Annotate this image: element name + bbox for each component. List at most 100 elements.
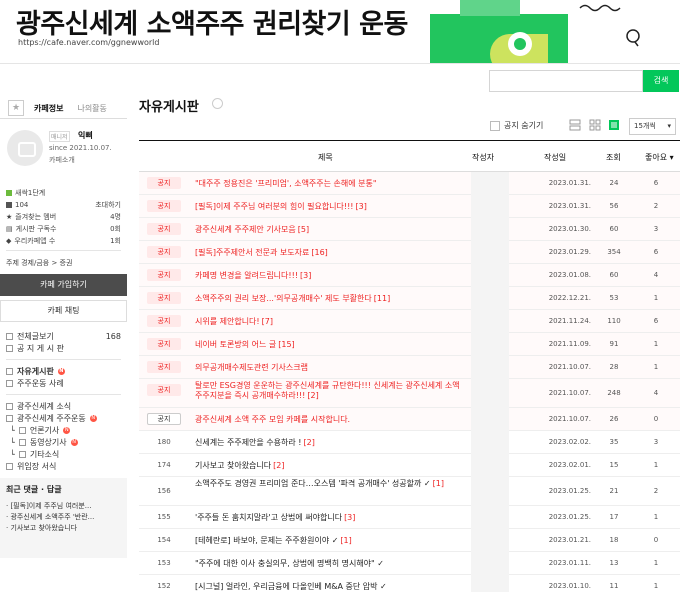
recent-comment-item[interactable]: · 기사보고 찾아왔습니다 — [6, 523, 121, 534]
notice-badge: 공지 — [147, 292, 181, 304]
star-icon[interactable]: ★ — [8, 100, 24, 116]
menu-free-board[interactable]: 자유게시판 N — [0, 365, 127, 377]
table-row[interactable]: 153 "주주에 대한 이사 충실의무, 상법에 명백히 명시해야" ✓ 2023.… — [139, 552, 680, 575]
comment-count[interactable]: [2] — [304, 438, 315, 447]
post-title-link[interactable]: 시위를 제안합니다! [7] — [195, 316, 460, 327]
table-row[interactable]: 공지 [필독]주주제안서 전문과 보도자료 [16] 2023.01.29. 354 6 — [139, 241, 680, 264]
table-row[interactable]: 공지 시위를 제안합니다! [7] 2021.11.24. 110 6 — [139, 310, 680, 333]
comment-count[interactable]: [2] — [273, 461, 284, 470]
board-icon — [6, 402, 13, 410]
comment-count[interactable]: [7] — [262, 317, 273, 326]
post-title-link[interactable]: 기사보고 찾아왔습니다 [2] — [195, 460, 460, 471]
table-row[interactable]: 공지 "대주주 정용진은 '프리미엄', 소액주주는 손해에 분통" 2023.01… — [139, 172, 680, 195]
table-row[interactable]: 공지 광주신세계 소액 주주 모임 카페를 시작합니다. 2021.10.07. 26… — [139, 408, 680, 431]
post-number: 156 — [157, 487, 171, 495]
table-row[interactable]: 공지 카페명 변경을 알려드립니다!!! [3] 2023.01.08. 60 4 — [139, 264, 680, 287]
menu-top: 전체글보기 168 공 지 게 시 판 — [0, 330, 127, 354]
card-view-icon[interactable] — [589, 119, 601, 131]
post-title-link[interactable]: 네이버 토론방의 어느 글 [15] — [195, 339, 460, 350]
post-title-link[interactable]: [시그널] 얼라인, 우리금융에 다올인베 M&A 중단 압박 ✓ — [195, 581, 460, 592]
table-row[interactable]: 공지 광주신세계 주주제안 기사모음 [5] 2023.01.30. 60 3 — [139, 218, 680, 241]
menu-video[interactable]: └ 동영상기사 N — [0, 436, 127, 448]
post-title-text: 탈로만 ESG경영 운운하는 광주신세계를 규탄한다!!! 신세계는 광주신세계… — [195, 381, 460, 400]
cafe-intro-link[interactable]: 카페소개 — [49, 155, 75, 165]
avatar[interactable] — [7, 130, 43, 166]
menu-notice-board[interactable]: 공 지 게 시 판 — [0, 342, 127, 354]
comment-count[interactable]: [1] — [433, 479, 444, 488]
post-title-link[interactable]: 탈로만 ESG경영 운운하는 광주신세계를 규탄한다!!! 신세계는 광주신세계… — [195, 381, 460, 401]
invite-link[interactable]: 초대하기 — [95, 200, 121, 210]
notice-badge: 공지 — [147, 413, 181, 425]
post-title-link[interactable]: "대주주 정용진은 '프리미엄', 소액주주는 손해에 분통" — [195, 178, 460, 189]
board-info-icon[interactable] — [212, 98, 223, 109]
col-likes[interactable]: 좋아요 ▾ — [645, 152, 674, 163]
menu-cases[interactable]: 주주운동 사례 — [0, 377, 127, 389]
divider — [6, 359, 121, 360]
hide-notice-toggle[interactable]: 공지 숨기기 — [490, 120, 543, 131]
table-row[interactable]: 154 [테헤란로] 바보야, 문제는 주주환원이야 ✓ [1] 2023.01.21… — [139, 529, 680, 552]
cafe-banner[interactable]: 광주신세계 소액주주 권리찾기 운동 https://cafe.naver.co… — [0, 0, 680, 64]
post-title-link[interactable]: 신세계는 주주제안을 수용하라 ! [2] — [195, 437, 460, 448]
view-count: 24 — [609, 179, 619, 187]
recent-comment-item[interactable]: · [필독]이제 주주님 여러분... — [6, 501, 121, 512]
author-redacted — [471, 408, 509, 431]
table-row[interactable]: 180 신세계는 주주제안을 수용하라 ! [2] 2023.02.02. 35 3 — [139, 431, 680, 454]
post-title-link[interactable]: 의무공개매수제도관련 기사스크랩 — [195, 362, 460, 373]
comment-count[interactable]: [5] — [298, 225, 309, 234]
comment-count[interactable]: [2] — [307, 391, 318, 400]
comment-count[interactable]: [1] — [340, 536, 351, 545]
notice-badge: 공지 — [147, 338, 181, 350]
post-title-link[interactable]: 광주신세계 소액 주주 모임 카페를 시작합니다. — [195, 414, 460, 425]
post-title-link[interactable]: [필독]이제 주주님 여러분의 힘이 필요합니다!!! [3] — [195, 201, 460, 212]
comment-count[interactable]: [3] — [344, 513, 355, 522]
recent-comment-item[interactable]: · 광주신세계 소액주주 '반란... — [6, 512, 121, 523]
menu-news[interactable]: 광주신세계 소식 — [0, 400, 127, 412]
board-icon: ▤ — [6, 225, 13, 233]
table-row[interactable]: 공지 탈로만 ESG경영 운운하는 광주신세계를 규탄한다!!! 신세계는 광주신… — [139, 379, 680, 408]
menu-shareholder-movement[interactable]: 광주신세계 주주운동 N — [0, 412, 127, 424]
table-row[interactable]: 공지 의무공개매수제도관련 기사스크랩 2021.10.07. 28 1 — [139, 356, 680, 379]
join-cafe-button[interactable]: 카페 가입하기 — [0, 274, 127, 296]
comment-count[interactable]: [15] — [278, 340, 294, 349]
post-title-link[interactable]: "주주에 대한 이사 충실의무, 상법에 명백히 명시해야" ✓ — [195, 558, 460, 569]
menu-proxy-form[interactable]: 위임장 서식 — [0, 460, 127, 472]
post-title-link[interactable]: '주주들 돈 훔치지말라'고 상법에 써야합니다 [3] — [195, 512, 460, 523]
search-button[interactable]: 검색 — [643, 70, 679, 92]
post-title-link[interactable]: [필독]주주제안서 전문과 보도자료 [16] — [195, 247, 460, 258]
post-number: 153 — [157, 559, 171, 567]
list-view-icon[interactable] — [608, 119, 620, 131]
comment-count[interactable]: [16] — [311, 248, 327, 257]
post-title-link[interactable]: 광주신세계 주주제안 기사모음 [5] — [195, 224, 460, 235]
menu-other-news[interactable]: └ 기타소식 — [0, 448, 127, 460]
table-row[interactable]: 152 [시그널] 얼라인, 우리금융에 다올인베 M&A 중단 압박 ✓ 2023… — [139, 575, 680, 592]
table-row[interactable]: 174 기사보고 찾아왔습니다 [2] 2023.02.01. 15 1 — [139, 454, 680, 477]
table-row[interactable]: 공지 네이버 토론방의 어느 글 [15] 2021.11.09. 91 1 — [139, 333, 680, 356]
cafe-title[interactable]: 광주신세계 소액주주 권리찾기 운동 — [16, 2, 408, 41]
tab-cafe-info[interactable]: 카페정보 — [34, 103, 63, 114]
tab-my-activity[interactable]: 나의활동 — [77, 103, 106, 114]
menu-press[interactable]: └ 언론기사 N — [0, 424, 127, 436]
hide-notice-checkbox[interactable] — [490, 120, 500, 131]
manager-nickname[interactable]: 익삐 — [78, 130, 93, 141]
post-title-link[interactable]: 소액주주도 경영권 프리미엄 준다…오스템 '파격 공개매수' 성공할까 ✓ [1… — [195, 479, 460, 489]
cafe-search-input[interactable] — [489, 70, 643, 92]
table-row[interactable]: 공지 소액주주의 권리 보장...'의무공개매수' 제도 부활한다 [11] 2022… — [139, 287, 680, 310]
comment-count[interactable]: [3] — [356, 202, 367, 211]
post-title-link[interactable]: 카페명 변경을 알려드립니다!!! [3] — [195, 270, 460, 281]
table-row[interactable]: 공지 [필독]이제 주주님 여러분의 힘이 필요합니다!!! [3] 2023.01.… — [139, 195, 680, 218]
post-title-link[interactable]: 소액주주의 권리 보장...'의무공개매수' 제도 부활한다 [11] — [195, 293, 460, 304]
comment-count[interactable]: [11] — [374, 294, 390, 303]
post-title-text: 기사보고 찾아왔습니다 — [195, 461, 272, 470]
post-title-text: "주주에 대한 이사 충실의무, 상법에 명백히 명시해야" ✓ — [195, 559, 384, 568]
table-row[interactable]: 156 소액주주도 경영권 프리미엄 준다…오스템 '파격 공개매수' 성공할까 … — [139, 477, 680, 506]
post-number: 152 — [157, 582, 171, 590]
post-title-link[interactable]: [테헤란로] 바보야, 문제는 주주환원이야 ✓ [1] — [195, 535, 460, 546]
menu-all-posts[interactable]: 전체글보기 168 — [0, 330, 127, 342]
comment-count[interactable]: [3] — [300, 271, 311, 280]
like-count: 1 — [653, 461, 659, 469]
album-view-icon[interactable] — [569, 119, 581, 131]
per-page-select[interactable]: 15개씩 ▾ — [629, 118, 676, 135]
table-row[interactable]: 155 '주주들 돈 훔치지말라'고 상법에 써야합니다 [3] 2023.01.25… — [139, 506, 680, 529]
cafe-chat-button[interactable]: 카페 채팅 — [0, 300, 127, 322]
post-title-text: 네이버 토론방의 어느 글 — [195, 340, 277, 349]
